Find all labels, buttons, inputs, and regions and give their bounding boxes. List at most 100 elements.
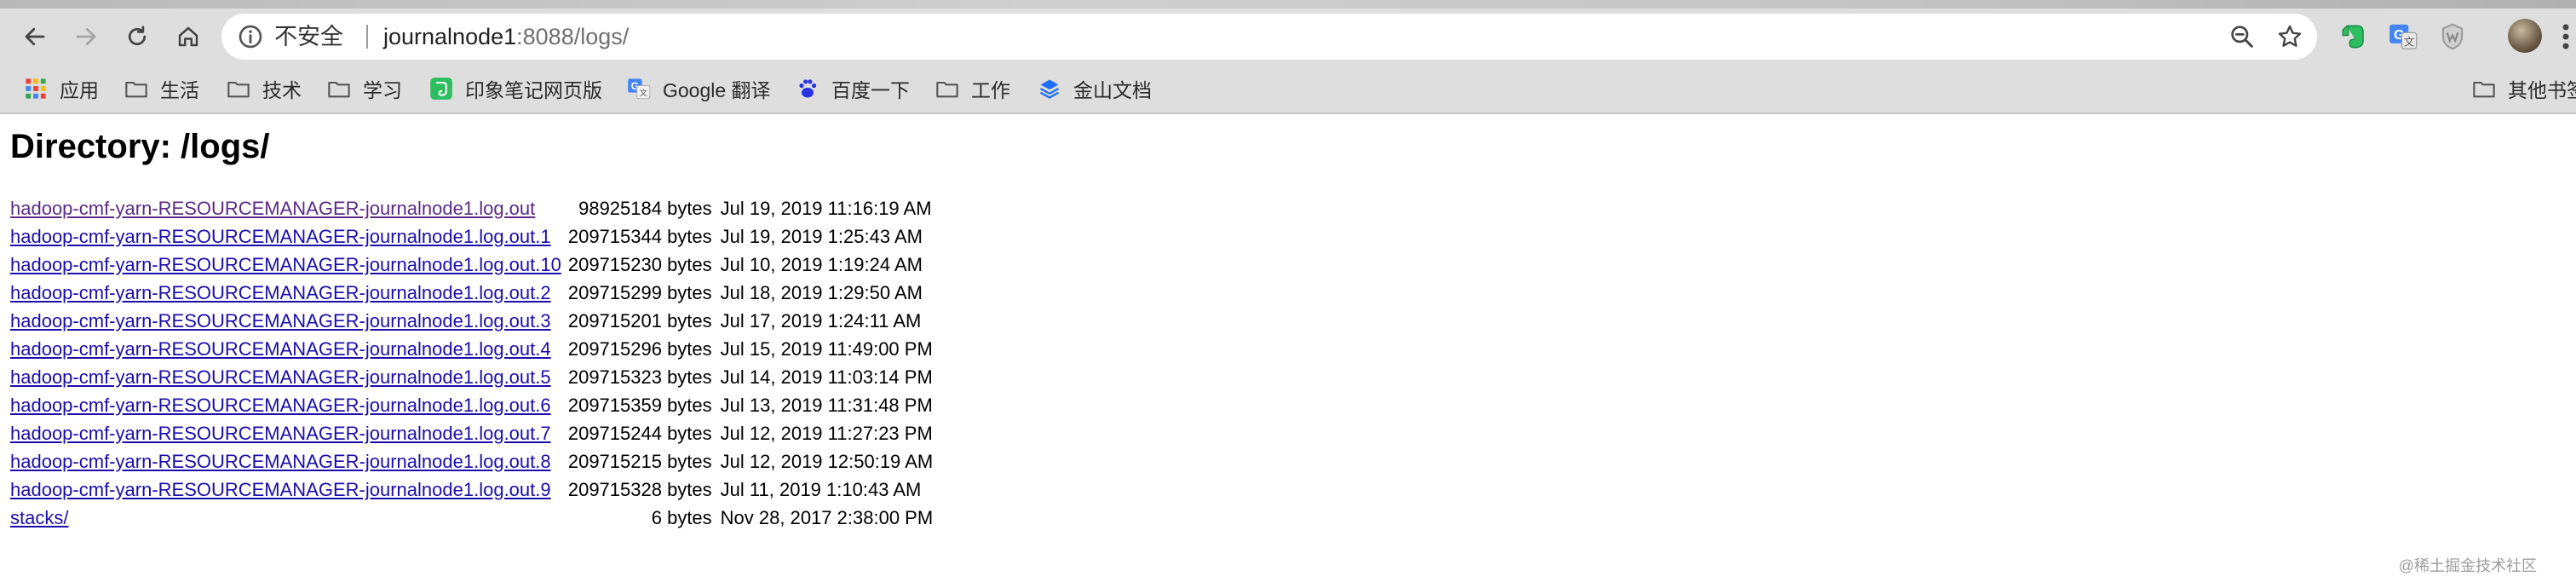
file-size: 209715215 bytes — [567, 450, 712, 472]
bookmark-label: 印象笔记网页版 — [465, 79, 602, 101]
evernote-extension-icon[interactable] — [2337, 20, 2370, 53]
folder-icon — [936, 81, 958, 98]
apps-grid-icon — [26, 78, 46, 99]
baidu-icon — [799, 79, 817, 98]
file-size: 209715244 bytes — [567, 422, 712, 444]
file-name-cell: hadoop-cmf-yarn-RESOURCEMANAGER-journaln… — [10, 222, 568, 251]
bookmark-baidu[interactable]: 百度一下 — [796, 65, 910, 112]
file-link[interactable]: hadoop-cmf-yarn-RESOURCEMANAGER-journaln… — [10, 423, 551, 444]
file-modified-date: Nov 28, 2017 2:38:00 PM — [720, 506, 934, 528]
file-link[interactable]: hadoop-cmf-yarn-RESOURCEMANAGER-journaln… — [10, 338, 551, 360]
shield-extension-icon[interactable] — [2436, 20, 2469, 53]
bookmark-label: 金山文档 — [1073, 79, 1152, 101]
table-row: hadoop-cmf-yarn-RESOURCEMANAGER-journaln… — [10, 419, 936, 447]
file-name-cell: hadoop-cmf-yarn-RESOURCEMANAGER-journaln… — [10, 307, 568, 335]
bookmark-folder-life[interactable]: 生活 — [124, 65, 199, 112]
bookmark-label: Google 翻译 — [663, 79, 771, 101]
bookmark-apps[interactable]: 应用 — [24, 65, 99, 112]
google-translate-icon: G文 — [628, 78, 651, 100]
table-row: hadoop-cmf-yarn-RESOURCEMANAGER-journaln… — [10, 194, 936, 222]
profile-avatar[interactable] — [2508, 19, 2542, 53]
browser-chrome: 不安全 journalnode1:8088/logs/ G文 应用 生活 技术 … — [0, 0, 2576, 114]
file-name-cell: hadoop-cmf-yarn-RESOURCEMANAGER-journaln… — [10, 279, 568, 307]
security-label[interactable]: 不安全 — [274, 14, 343, 60]
back-button[interactable] — [14, 15, 56, 58]
bookmark-label: 技术 — [262, 79, 302, 101]
file-name-cell: hadoop-cmf-yarn-RESOURCEMANAGER-journaln… — [10, 476, 568, 504]
browser-toolbar: 不安全 journalnode1:8088/logs/ G文 — [0, 9, 2576, 65]
file-link[interactable]: hadoop-cmf-yarn-RESOURCEMANAGER-journaln… — [10, 254, 561, 275]
google-translate-extension-icon[interactable]: G文 — [2387, 20, 2419, 53]
evernote-icon — [430, 78, 452, 100]
file-link[interactable]: hadoop-cmf-yarn-RESOURCEMANAGER-journaln… — [10, 395, 551, 416]
file-link[interactable]: hadoop-cmf-yarn-RESOURCEMANAGER-journaln… — [10, 479, 551, 500]
bookmark-label: 学习 — [363, 79, 402, 101]
bookmark-kingsoft-docs[interactable]: 金山文档 — [1038, 65, 1152, 112]
star-icon[interactable] — [2276, 23, 2303, 50]
file-name-cell: hadoop-cmf-yarn-RESOURCEMANAGER-journaln… — [10, 447, 568, 476]
home-button[interactable] — [167, 15, 210, 58]
file-link[interactable]: hadoop-cmf-yarn-RESOURCEMANAGER-journaln… — [10, 451, 551, 472]
file-link[interactable]: hadoop-cmf-yarn-RESOURCEMANAGER-journaln… — [10, 310, 551, 331]
file-modified-date: Jul 12, 2019 11:27:23 PM — [720, 422, 933, 444]
table-row: hadoop-cmf-yarn-RESOURCEMANAGER-journaln… — [10, 307, 936, 335]
file-name-cell: hadoop-cmf-yarn-RESOURCEMANAGER-journaln… — [10, 391, 568, 419]
file-size: 209715323 bytes — [567, 366, 712, 388]
bookmarks-bar: 应用 生活 技术 学习 印象笔记网页版 G文 Google 翻译 百度一下 工作 — [0, 65, 2576, 112]
table-row: hadoop-cmf-yarn-RESOURCEMANAGER-journaln… — [10, 391, 936, 419]
file-name-cell: hadoop-cmf-yarn-RESOURCEMANAGER-journaln… — [10, 194, 568, 222]
file-name-cell: hadoop-cmf-yarn-RESOURCEMANAGER-journaln… — [10, 419, 568, 447]
table-row: hadoop-cmf-yarn-RESOURCEMANAGER-journaln… — [10, 335, 936, 363]
file-size: 209715296 bytes — [567, 337, 712, 360]
bookmark-label: 生活 — [160, 79, 199, 101]
file-name-cell: hadoop-cmf-yarn-RESOURCEMANAGER-journaln… — [10, 251, 568, 279]
file-size: 209715299 bytes — [567, 281, 712, 303]
file-modified-date: Jul 13, 2019 11:31:48 PM — [720, 394, 933, 416]
other-bookmarks-label: 其他书签 — [2508, 79, 2576, 101]
bookmark-evernote[interactable]: 印象笔记网页版 — [429, 65, 602, 112]
table-row: hadoop-cmf-yarn-RESOURCEMANAGER-journaln… — [10, 279, 936, 307]
bookmark-label: 工作 — [971, 79, 1010, 101]
bookmark-label: 百度一下 — [831, 79, 910, 101]
table-row: hadoop-cmf-yarn-RESOURCEMANAGER-journaln… — [10, 222, 936, 251]
file-link[interactable]: hadoop-cmf-yarn-RESOURCEMANAGER-journaln… — [10, 282, 551, 303]
bookmark-folder-tech[interactable]: 技术 — [227, 65, 302, 112]
page-content: Directory: /logs/ hadoop-cmf-yarn-RESOUR… — [0, 116, 2576, 588]
file-modified-date: Jul 18, 2019 1:29:50 AM — [720, 281, 923, 303]
arrow-left-icon — [25, 27, 45, 46]
url-text[interactable]: journalnode1:8088/logs/ — [383, 14, 629, 60]
file-modified-date: Jul 11, 2019 1:10:43 AM — [720, 478, 922, 500]
bookmark-folder-work[interactable]: 工作 — [935, 65, 1010, 112]
file-modified-date: Jul 14, 2019 11:03:14 PM — [720, 366, 933, 388]
file-link[interactable]: stacks/ — [10, 507, 68, 528]
home-icon — [178, 26, 198, 47]
zoom-icon[interactable] — [2228, 23, 2256, 50]
file-size: 209715344 bytes — [567, 225, 712, 247]
table-row: hadoop-cmf-yarn-RESOURCEMANAGER-journaln… — [10, 363, 936, 391]
bookmark-label: 应用 — [60, 79, 99, 101]
bookmark-folder-study[interactable]: 学习 — [327, 65, 402, 112]
bookmark-google-translate[interactable]: G文 Google 翻译 — [627, 65, 771, 112]
table-row: stacks/6 bytes Nov 28, 2017 2:38:00 PM — [10, 504, 936, 532]
url-path: :8088/logs/ — [516, 24, 630, 49]
file-modified-date: Jul 17, 2019 1:24:11 AM — [720, 309, 922, 331]
file-modified-date: Jul 10, 2019 1:19:24 AM — [720, 253, 923, 275]
bookmark-other-bookmarks[interactable]: 其他书签 — [2472, 65, 2576, 112]
directory-listing: hadoop-cmf-yarn-RESOURCEMANAGER-journaln… — [10, 194, 936, 532]
info-icon[interactable] — [237, 23, 264, 50]
svg-text:文: 文 — [2404, 35, 2415, 48]
url-host: journalnode1 — [383, 24, 517, 49]
file-link[interactable]: hadoop-cmf-yarn-RESOURCEMANAGER-journaln… — [10, 226, 551, 247]
directory-listing-body: hadoop-cmf-yarn-RESOURCEMANAGER-journaln… — [10, 194, 936, 532]
file-name-cell: stacks/ — [10, 504, 568, 532]
svg-text:文: 文 — [640, 88, 647, 98]
file-link[interactable]: hadoop-cmf-yarn-RESOURCEMANAGER-journaln… — [10, 198, 535, 219]
arrow-right-icon — [76, 27, 96, 46]
file-modified-date: Jul 15, 2019 11:49:00 PM — [720, 337, 933, 360]
forward-button[interactable] — [65, 15, 107, 58]
menu-dots-icon[interactable] — [2559, 20, 2573, 53]
reload-button[interactable] — [116, 15, 158, 58]
kingsoft-docs-icon — [1039, 79, 1060, 99]
address-bar[interactable]: 不安全 journalnode1:8088/logs/ — [221, 14, 2317, 60]
file-link[interactable]: hadoop-cmf-yarn-RESOURCEMANAGER-journaln… — [10, 366, 551, 388]
